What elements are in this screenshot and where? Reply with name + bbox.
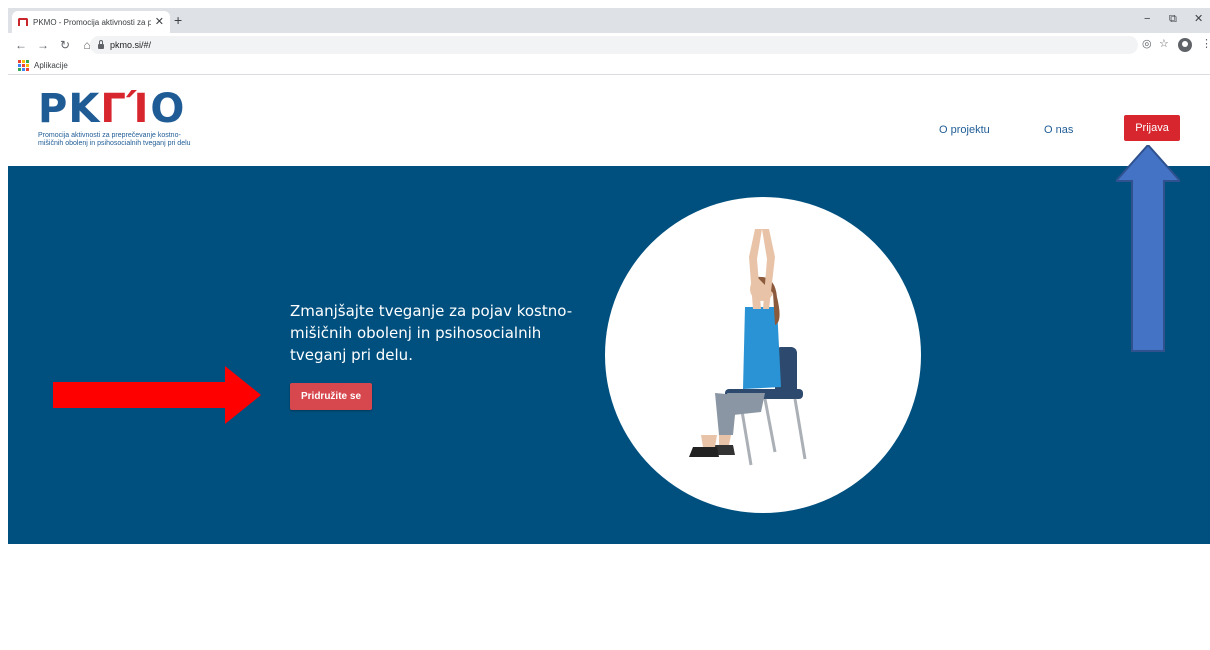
nav-link-about[interactable]: O nas <box>1044 124 1073 136</box>
blue-arrow-annotation-icon <box>1116 145 1180 352</box>
browser-window: PKMO - Promocija aktivnosti za p ✕ + − ⧉… <box>8 8 1210 650</box>
restore-icon[interactable]: ⧉ <box>1169 12 1177 26</box>
hero-heading: Zmanjšajte tveganje za pojav kostno-miši… <box>290 302 573 364</box>
woman-stretching-on-chair-illustration <box>689 229 807 466</box>
login-button[interactable]: Prijava <box>1124 115 1180 141</box>
bookmark-star-icon[interactable]: ☆ <box>1159 37 1169 51</box>
site-header: PKΓΊO Promocija aktivnosti za preprečeva… <box>8 75 1210 166</box>
nav-link-project[interactable]: O projektu <box>939 124 990 136</box>
browser-tab[interactable]: PKMO - Promocija aktivnosti za p ✕ <box>12 11 170 33</box>
join-button[interactable]: Pridružite se <box>290 383 372 410</box>
lock-icon <box>98 40 104 49</box>
minimize-icon[interactable]: − <box>1144 12 1150 26</box>
browser-menu-icon[interactable]: ⋮ <box>1201 37 1210 51</box>
forward-icon[interactable]: → <box>34 38 52 52</box>
hero-section: Zmanjšajte tveganje za pojav kostno-miši… <box>8 166 1210 544</box>
close-window-icon[interactable]: ✕ <box>1194 12 1203 26</box>
hero-image-circle <box>605 197 921 513</box>
bookmarks-bar: Aplikacije <box>8 57 1210 75</box>
logo-mark: PKΓΊO <box>38 86 186 132</box>
pkmo-favicon-icon <box>18 18 28 26</box>
tab-strip: PKMO - Promocija aktivnosti za p ✕ + − ⧉… <box>8 8 1210 33</box>
address-bar[interactable]: pkmo.si/#/ <box>90 36 1138 54</box>
eye-off-icon[interactable]: ◎ <box>1142 37 1152 51</box>
pkmo-logo[interactable]: PKΓΊO Promocija aktivnosti za preprečeva… <box>38 88 198 148</box>
profile-avatar-icon[interactable] <box>1178 38 1192 52</box>
reload-icon[interactable]: ↻ <box>56 38 74 52</box>
close-tab-icon[interactable]: ✕ <box>155 16 164 28</box>
browser-toolbar: ← → ↻ ⌂ pkmo.si/#/ ◎ ☆ ⋮ <box>8 33 1210 57</box>
apps-grid-icon[interactable] <box>18 60 29 71</box>
bookmark-apps[interactable]: Aplikacije <box>34 61 68 70</box>
red-arrow-annotation-icon <box>53 366 261 424</box>
logo-subtitle: Promocija aktivnosti za preprečevanje ko… <box>38 132 191 147</box>
tab-title: PKMO - Promocija aktivnosti za p <box>33 17 151 27</box>
url-text: pkmo.si/#/ <box>110 40 152 50</box>
back-icon[interactable]: ← <box>12 38 30 52</box>
new-tab-icon[interactable]: + <box>174 12 182 28</box>
